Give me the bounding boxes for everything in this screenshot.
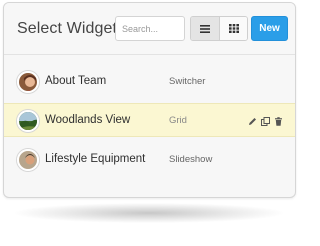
widget-name: About Team: [45, 75, 107, 87]
widget-type: Grid: [169, 115, 187, 126]
grid-view-button[interactable]: [219, 17, 247, 40]
widget-type: Slideshow: [169, 154, 213, 165]
widget-name: Woodlands View: [45, 114, 131, 126]
copy-icon[interactable]: [260, 116, 270, 126]
row-actions: [247, 116, 283, 126]
avatar: [17, 71, 39, 93]
select-widget-dialog: Select Widget Search... New About Team S…: [3, 2, 296, 198]
new-widget-button[interactable]: New: [251, 16, 288, 41]
pencil-icon[interactable]: [247, 116, 257, 126]
avatar: [17, 149, 39, 171]
list-view-button[interactable]: [191, 17, 219, 40]
list-icon: [200, 24, 210, 33]
trash-icon[interactable]: [273, 116, 283, 126]
dialog-header: Select Widget Search... New: [4, 3, 295, 55]
grid-icon: [228, 24, 239, 33]
search-input[interactable]: [115, 16, 185, 41]
widget-row[interactable]: About Team Switcher: [4, 65, 295, 98]
widget-row-selected[interactable]: Woodlands View Grid: [4, 103, 295, 137]
view-toggle-group: [190, 16, 248, 41]
widget-type: Switcher: [169, 76, 206, 87]
widget-row[interactable]: Lifestyle Equipment Slideshow: [4, 143, 295, 176]
dialog-title: Select Widget: [17, 20, 118, 37]
avatar: [17, 110, 39, 132]
widget-name: Lifestyle Equipment: [45, 153, 146, 165]
card-drop-shadow: [15, 203, 283, 223]
